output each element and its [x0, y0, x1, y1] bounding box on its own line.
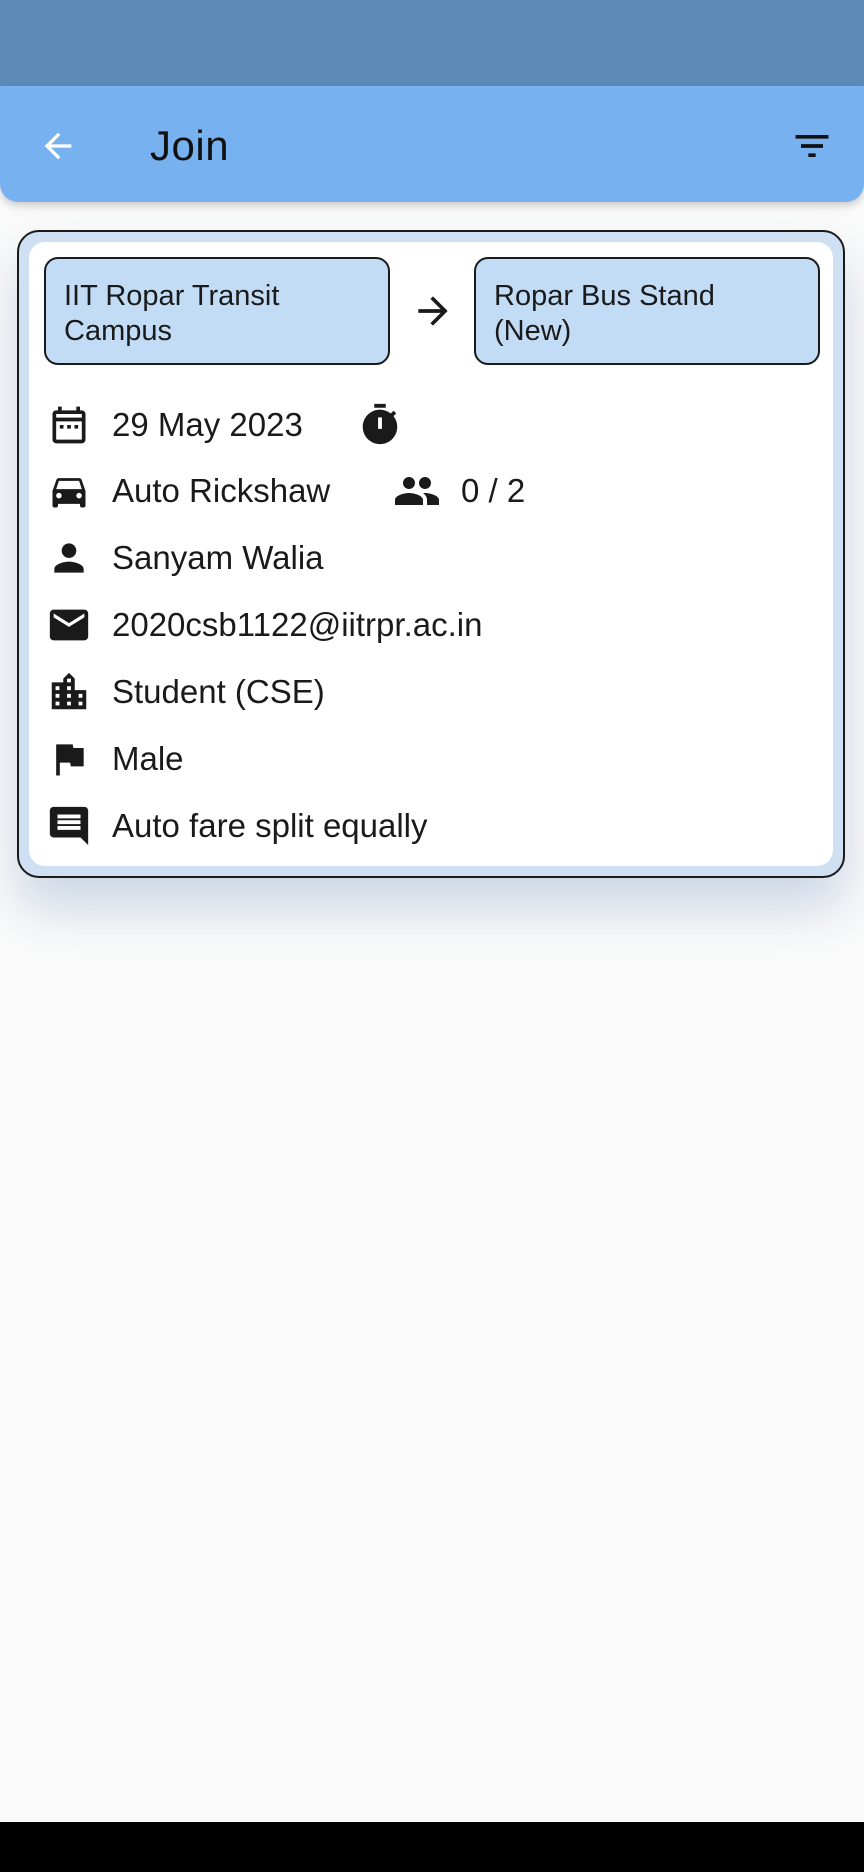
back-button[interactable] [30, 118, 86, 174]
owner-email: 2020csb1122@iitrpr.ac.in [112, 606, 483, 643]
timer-icon [356, 401, 404, 449]
arrow-forward-icon [408, 286, 458, 336]
destination-location: Ropar Bus Stand (New) [474, 257, 820, 365]
calendar-icon [45, 401, 93, 449]
owner-gender: Male [112, 740, 184, 777]
owner-role: Student (CSE) [112, 673, 325, 710]
car-icon [45, 467, 93, 515]
email-icon [45, 601, 93, 649]
comment-icon [45, 802, 93, 850]
ride-date: 29 May 2023 [112, 406, 303, 443]
person-icon [45, 534, 93, 582]
origin-location: IIT Ropar Transit Campus [44, 257, 390, 365]
filter-list-icon [795, 135, 829, 157]
system-nav-bar [0, 1822, 864, 1872]
seat-count: 0 / 2 [461, 472, 526, 509]
status-bar [0, 0, 864, 86]
page-title: Join [150, 122, 230, 169]
people-icon [393, 467, 441, 515]
owner-name: Sanyam Walia [112, 539, 324, 576]
arrow-back-icon [44, 132, 72, 160]
vehicle-type: Auto Rickshaw [112, 472, 331, 509]
app-bar: Join [0, 86, 864, 202]
filter-button[interactable] [784, 118, 840, 174]
ride-note: Auto fare split equally [112, 807, 428, 844]
flag-icon [45, 735, 93, 783]
location-city-icon [45, 668, 93, 716]
